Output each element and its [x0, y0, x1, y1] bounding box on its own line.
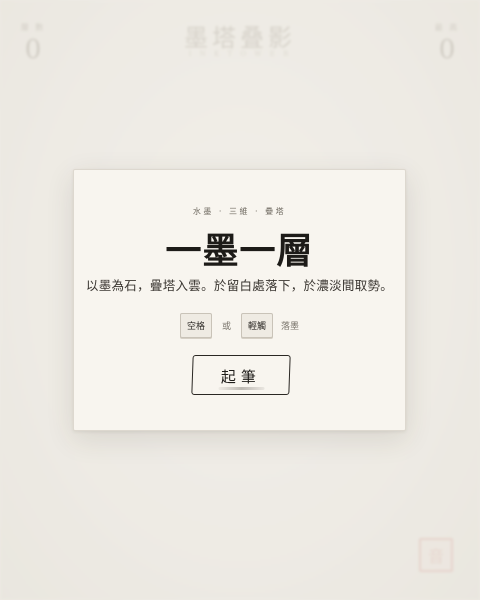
- tap-key-badge: 輕觸: [241, 313, 274, 338]
- modal-tagline: 以墨為石，疊塔入雲。於留白處落下，於濃淡間取勢。: [85, 278, 394, 293]
- start-button[interactable]: 起筆: [191, 355, 291, 395]
- action-text: 落墨: [281, 322, 300, 332]
- controls-hint: 空格 或 輕觸 落墨: [74, 313, 405, 338]
- brush-stroke-decoration: [218, 387, 265, 390]
- start-button-label: 起筆: [220, 368, 261, 386]
- space-key-badge: 空格: [179, 313, 212, 338]
- or-text: 或: [221, 322, 231, 332]
- modal-eyebrow: 水墨 · 三維 · 疊塔: [192, 207, 287, 216]
- modal-headline: 一墨一層: [165, 230, 314, 272]
- start-modal: 水墨 · 三維 · 疊塔 一墨一層 以墨為石，疊塔入雲。於留白處落下，於濃淡間取…: [73, 169, 406, 431]
